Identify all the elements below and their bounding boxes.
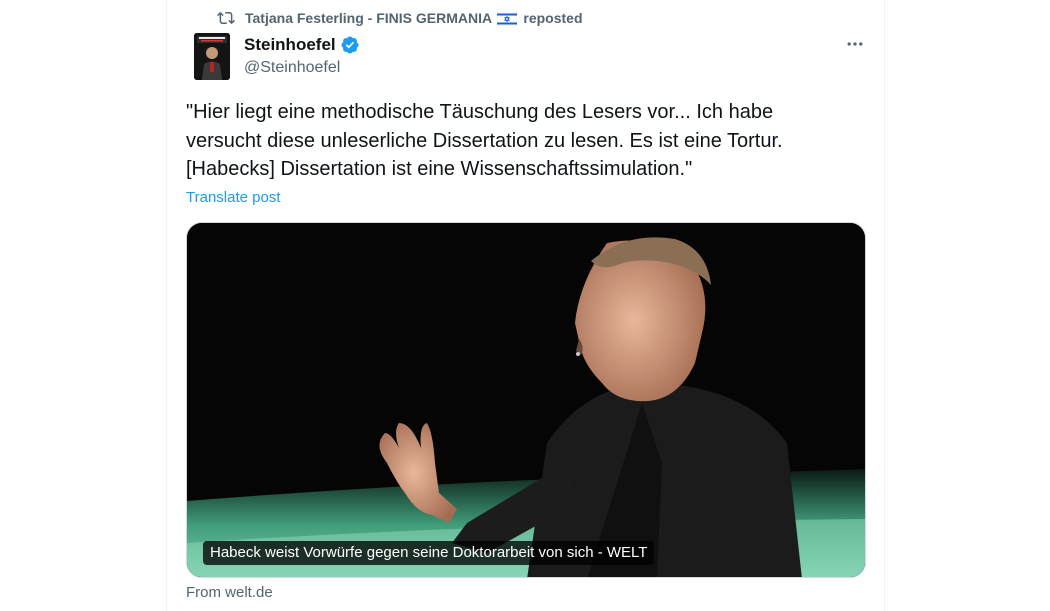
- link-source[interactable]: From welt.de: [186, 584, 273, 601]
- avatar[interactable]: [194, 33, 230, 80]
- reposted-label: reposted: [523, 9, 583, 26]
- display-name[interactable]: Steinhoefel: [244, 35, 336, 55]
- israel-flag-icon: [497, 12, 518, 27]
- tweet-text: "Hier liegt eine methodische Täuschung d…: [186, 101, 783, 180]
- repost-indicator: Tatjana Festerling - FINIS GERMANIA repo…: [217, 8, 583, 28]
- media-caption: Habeck weist Vorwürfe gegen seine Doktor…: [203, 541, 655, 565]
- author-info: Steinhoefel @Steinhoefel: [244, 33, 360, 77]
- more-horizontal-icon: [847, 42, 863, 46]
- tweet-card[interactable]: Tatjana Festerling - FINIS GERMANIA repo…: [166, 0, 885, 611]
- reposter-name[interactable]: Tatjana Festerling - FINIS GERMANIA: [245, 10, 492, 26]
- avatar-image: [194, 33, 230, 80]
- more-options-button[interactable]: [843, 32, 867, 56]
- translate-post-link[interactable]: Translate post: [186, 189, 281, 206]
- article-preview-image: [187, 223, 865, 577]
- link-preview-card[interactable]: Habeck weist Vorwürfe gegen seine Doktor…: [186, 222, 866, 578]
- repost-icon: [217, 11, 235, 25]
- author-handle[interactable]: @Steinhoefel: [244, 59, 360, 77]
- reposter-name-line[interactable]: Tatjana Festerling - FINIS GERMANIA repo…: [245, 9, 583, 27]
- verified-badge-icon[interactable]: [340, 35, 360, 55]
